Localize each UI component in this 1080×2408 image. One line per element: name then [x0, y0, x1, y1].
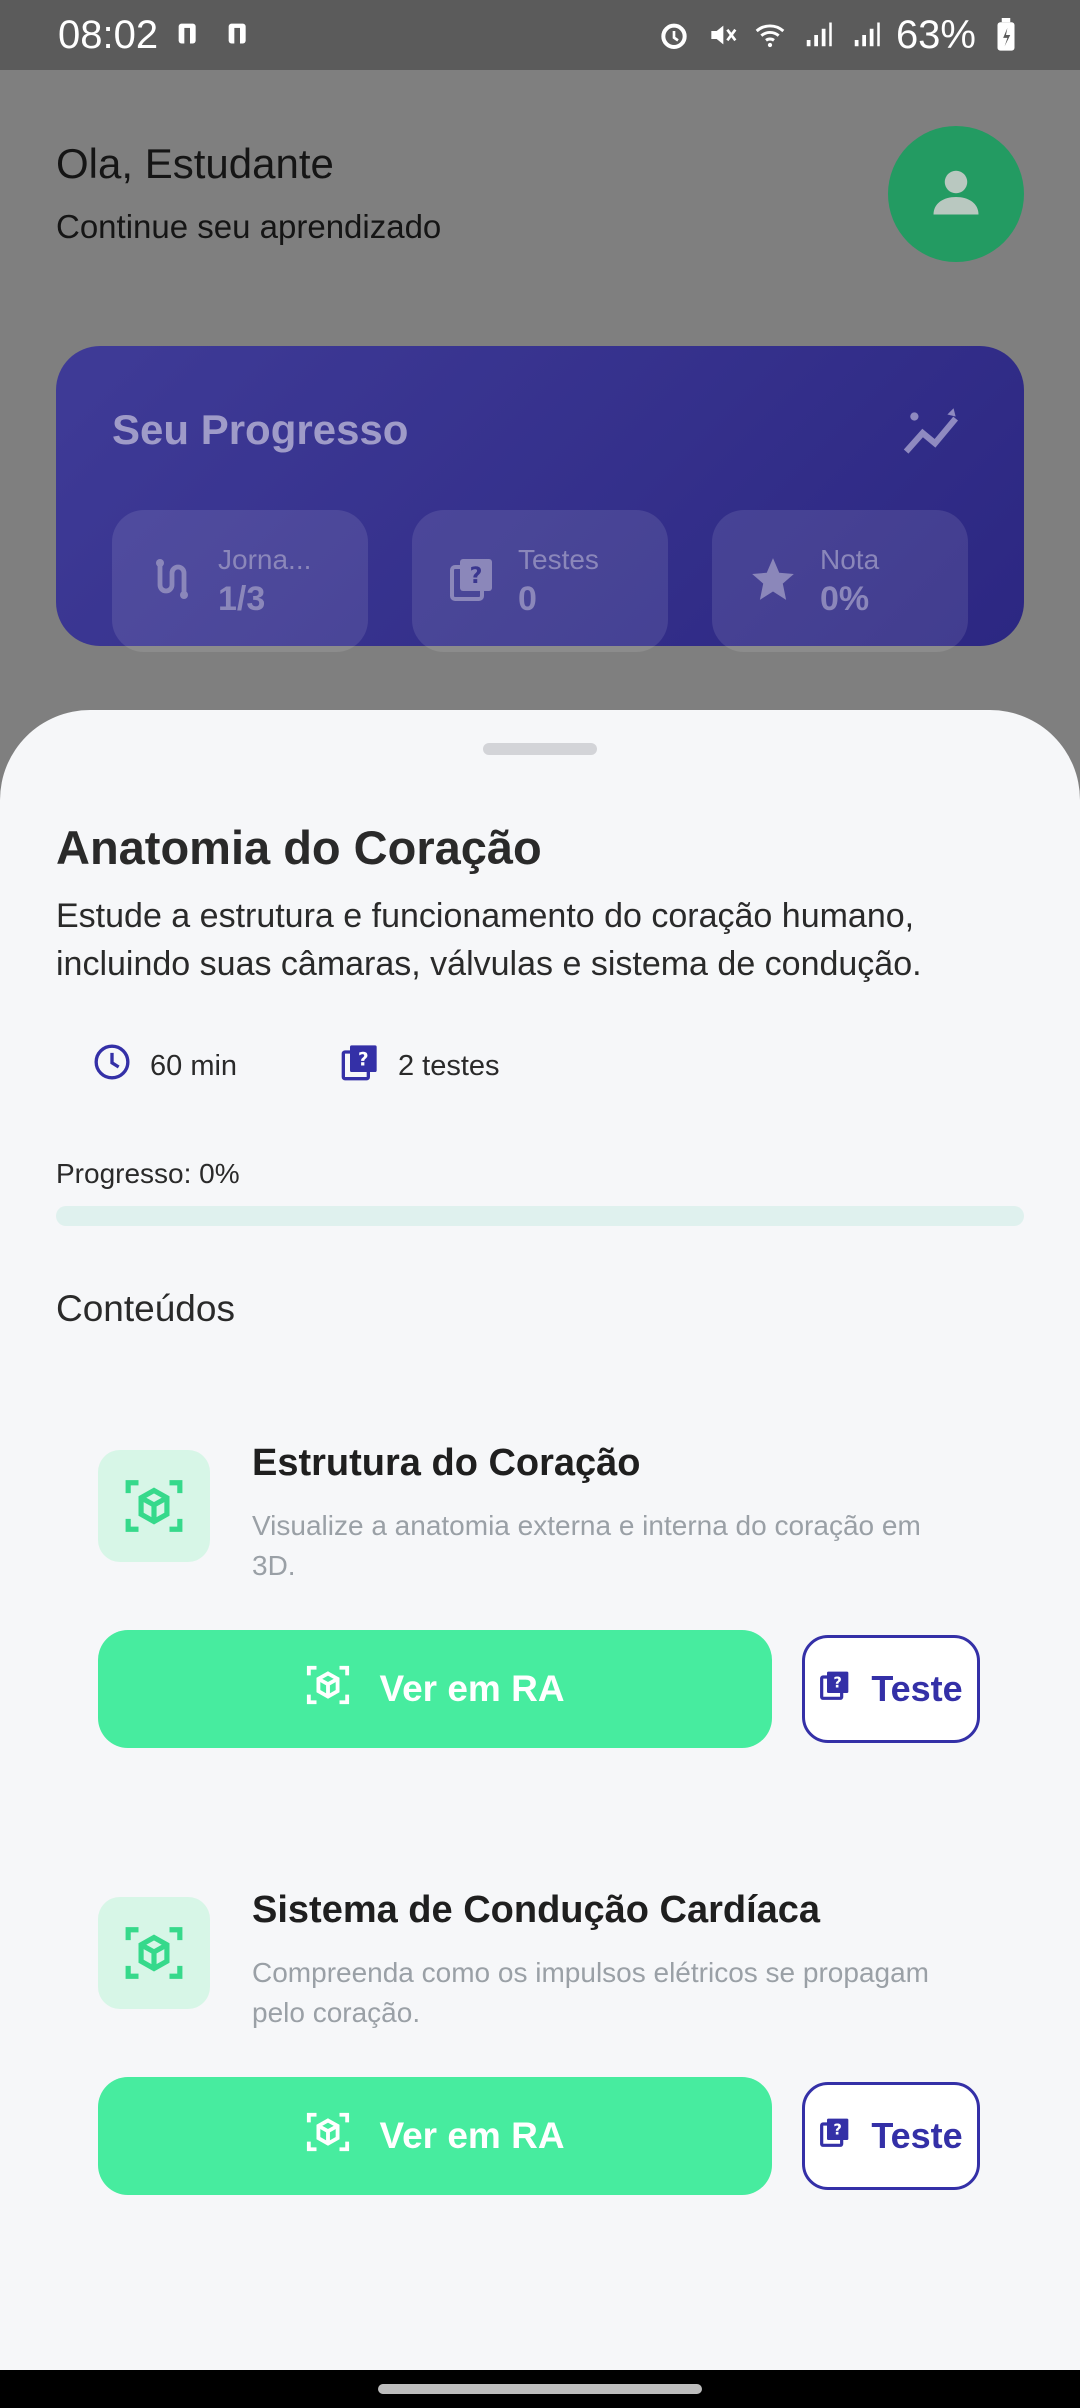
content-description: Compreenda como os impulsos elétricos se… — [252, 1957, 929, 2028]
test-button-label: Teste — [871, 1668, 963, 1709]
alarm-icon — [656, 17, 692, 53]
module-bottom-sheet: Anatomia do Coração Estude a estrutura e… — [0, 710, 1080, 2370]
svg-text:?: ? — [834, 2122, 843, 2139]
svg-text:?: ? — [470, 564, 483, 589]
wifi-icon — [752, 17, 788, 53]
star-icon — [748, 554, 798, 609]
content-title: Estrutura do Coração — [252, 1442, 641, 1484]
ar-cube-icon — [98, 1897, 210, 2009]
view-in-ar-label: Ver em RA — [379, 2115, 565, 2156]
view-in-ar-label: Ver em RA — [379, 1668, 565, 1709]
stat-value: 1/3 — [218, 579, 266, 618]
navigation-bar — [0, 2370, 1080, 2408]
quiz-icon: ? — [819, 2115, 851, 2157]
drag-handle[interactable] — [483, 743, 597, 755]
status-time: 08:02 — [58, 12, 159, 57]
duration-info: 60 min — [92, 1042, 237, 1090]
notification-icon — [172, 17, 208, 53]
duration-text: 60 min — [150, 1049, 238, 1082]
module-description: Estude a estrutura e funcionamento do co… — [56, 897, 922, 983]
avatar[interactable] — [888, 126, 1024, 262]
signal-icon — [848, 17, 884, 53]
quiz-icon: ? — [340, 1042, 380, 1090]
stat-tests: ? Testes 0 — [412, 510, 668, 652]
stat-journeys: Jorna... 1/3 — [112, 510, 368, 652]
notification-icon — [222, 17, 258, 53]
mute-icon — [704, 17, 740, 53]
content-description: Visualize a anatomia externa e interna d… — [252, 1510, 921, 1581]
greeting-title: Ola, Estudante — [56, 140, 334, 187]
greeting-subtitle: Continue seu aprendizado — [56, 208, 442, 245]
stat-grade: Nota 0% — [712, 510, 968, 652]
battery-percent: 63% — [895, 12, 976, 57]
progress-label: Progresso: 0% — [56, 1158, 240, 1189]
content-title: Sistema de Condução Cardíaca — [252, 1889, 821, 1931]
contents-section-title: Conteúdos — [56, 1288, 235, 1329]
clock-icon — [92, 1042, 132, 1090]
stat-value: 0 — [518, 579, 537, 618]
stat-value: 0% — [820, 579, 870, 618]
module-title: Anatomia do Coração — [56, 821, 542, 874]
quiz-icon: ? — [448, 555, 496, 608]
tests-info: ? 2 testes — [340, 1042, 500, 1090]
test-button-label: Teste — [871, 2115, 963, 2156]
person-icon — [926, 162, 986, 227]
ar-cube-icon — [305, 2109, 351, 2164]
stat-label: Jorna... — [218, 543, 312, 575]
view-in-ar-button[interactable]: Ver em RA — [98, 1630, 772, 1748]
tests-count-text: 2 testes — [398, 1049, 500, 1082]
view-in-ar-button[interactable]: Ver em RA — [98, 2077, 772, 2195]
battery-icon — [988, 17, 1024, 53]
stat-label: Nota — [820, 543, 880, 575]
progress-bar — [56, 1206, 1024, 1226]
home-gesture-handle[interactable] — [378, 2384, 702, 2394]
test-button[interactable]: ? Teste — [802, 2082, 980, 2190]
status-bar: 08:02 63% — [0, 0, 1080, 70]
progress-card-title: Seu Progresso — [112, 406, 409, 453]
ar-cube-icon — [305, 1662, 351, 1717]
progress-card: Seu Progresso Jorna... 1/3 ? Testes 0 No… — [56, 346, 1024, 652]
signal-icon — [800, 17, 836, 53]
svg-text:?: ? — [834, 1675, 843, 1692]
svg-text:?: ? — [358, 1049, 369, 1070]
stat-label: Testes — [518, 543, 599, 575]
ar-cube-icon — [98, 1450, 210, 1562]
test-button[interactable]: ? Teste — [802, 1635, 980, 1743]
route-icon — [148, 555, 196, 608]
quiz-icon: ? — [819, 1668, 851, 1710]
trending-icon — [902, 406, 968, 460]
